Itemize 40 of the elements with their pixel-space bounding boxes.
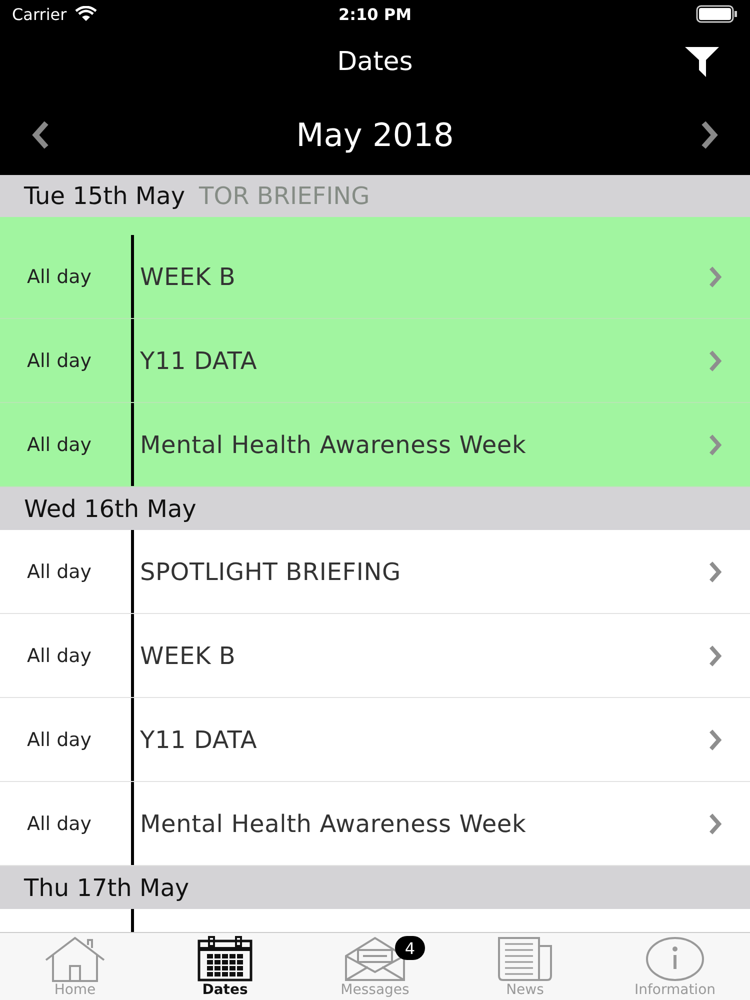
envelope-icon (344, 936, 406, 982)
event-title[interactable]: WEEK B (134, 642, 708, 670)
event-title[interactable]: Y11 DATA (134, 346, 708, 374)
filter-icon[interactable] (684, 46, 720, 78)
wifi-icon (74, 6, 97, 22)
event-time: All day (27, 350, 92, 372)
newspaper-icon (495, 936, 555, 982)
event-time: All day (27, 434, 92, 456)
chevron-right-icon[interactable] (708, 560, 722, 584)
event-title: TOR BRIEFING (199, 182, 370, 210)
unread-badge: 4 (395, 936, 425, 960)
battery-icon (696, 5, 738, 23)
event-title[interactable]: SPOTLIGHT BRIEFING (134, 558, 708, 586)
event-title[interactable]: Mental Health Awareness Week (134, 810, 708, 838)
chevron-right-icon[interactable] (708, 728, 722, 752)
day-label: Tue 15th May (24, 182, 186, 210)
event-title[interactable]: Mental Health Awareness Week (134, 430, 708, 458)
chevron-right-icon[interactable] (708, 264, 722, 288)
tab-item[interactable]: Messages 4 (300, 933, 450, 1000)
day-label: Wed 16th May (24, 494, 196, 522)
day-label: Thu 17th May (24, 874, 190, 902)
event-time: All day (27, 560, 92, 582)
event-time: All day (27, 728, 92, 750)
clock-time: 2:10 PM (338, 4, 412, 24)
event-title[interactable]: WEEK B (134, 262, 708, 290)
tab-item[interactable]: Dates (150, 933, 300, 1000)
event-time: All day (27, 266, 92, 288)
home-icon (44, 936, 106, 982)
month-label: May 2018 (296, 116, 454, 154)
screen-title: Dates (337, 46, 413, 76)
carrier-label: Carrier (12, 4, 67, 24)
chevron-right-icon[interactable] (708, 644, 722, 668)
info-icon (645, 936, 705, 982)
chevron-right-icon[interactable] (708, 812, 722, 836)
chevron-right-icon[interactable] (708, 432, 722, 456)
calendar-icon (197, 936, 253, 982)
chevron-right-icon[interactable] (708, 348, 722, 372)
event-time: All day (27, 644, 92, 666)
event-time: All day (27, 812, 92, 834)
event-title[interactable]: Y11 DATA (134, 726, 708, 754)
